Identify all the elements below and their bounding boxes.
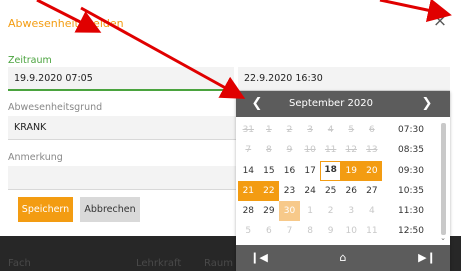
column-fach: Fach [8, 258, 31, 269]
home-icon[interactable]: ⌂ [330, 245, 356, 271]
calendar-day[interactable]: 10 [341, 221, 362, 241]
calendar-day[interactable]: 6 [259, 221, 280, 241]
calendar-day[interactable]: 29 [259, 201, 280, 221]
calendar-day[interactable]: 28 [238, 201, 259, 221]
calendar-day[interactable]: 25 [320, 181, 341, 201]
close-icon[interactable]: × [431, 12, 449, 30]
calendar-day[interactable]: 3 [341, 201, 362, 221]
time-option[interactable]: 08:35 [386, 140, 436, 160]
calendar-day[interactable]: 8 [300, 221, 321, 241]
time-scrollbar[interactable]: ⌄ [438, 119, 448, 242]
last-icon[interactable]: ▶❙ [414, 245, 440, 271]
start-datetime-field[interactable]: 19.9.2020 07:05 [8, 67, 234, 91]
picker-header: ❮ September 2020 ❯ [236, 91, 450, 117]
scrollbar-thumb[interactable] [441, 123, 446, 235]
calendar-day[interactable]: 19 [340, 160, 362, 181]
calendar-day[interactable]: 18 [320, 160, 341, 181]
next-month-icon[interactable]: ❯ [414, 91, 440, 117]
calendar-day[interactable]: 5 [341, 120, 362, 140]
end-datetime-field[interactable]: 22.9.2020 16:30 [238, 67, 450, 91]
reason-select[interactable]: KRANK [8, 116, 236, 140]
calendar-day[interactable]: 11 [320, 140, 341, 160]
calendar-grid: 31 1 2 3 4 5 6 7 8 9 10 11 12 13 14 15 16 17 18 19 20 21 22 23 2… [238, 120, 384, 242]
calendar-day[interactable]: 31 [238, 120, 259, 140]
time-list: 07:30 08:35 09:30 10:35 11:30 12:50 [386, 120, 436, 242]
calendar-day[interactable]: 7 [279, 221, 300, 241]
calendar-day[interactable]: 4 [362, 201, 383, 221]
dialog-title: Abwesenheit melden [8, 17, 124, 30]
calendar-day[interactable]: 10 [300, 140, 321, 160]
first-icon[interactable]: ❙◀ [246, 245, 272, 271]
calendar-day[interactable]: 16 [279, 161, 300, 181]
calendar-day[interactable]: 15 [259, 161, 280, 181]
calendar-day[interactable]: 9 [320, 221, 341, 241]
calendar-day[interactable]: 6 [362, 120, 383, 140]
calendar-day[interactable]: 13 [362, 140, 383, 160]
column-lehrkraft: Lehrkraft [136, 258, 182, 269]
month-title: September 2020 [289, 98, 373, 109]
time-option[interactable]: 09:30 [386, 161, 436, 181]
calendar-day[interactable]: 17 [300, 161, 321, 181]
reason-label: Abwesenheitsgrund [8, 102, 103, 113]
calendar-day[interactable]: 30 [279, 201, 300, 222]
calendar-day[interactable]: 20 [361, 160, 383, 181]
calendar-day[interactable]: 7 [238, 140, 259, 160]
calendar-day[interactable]: 2 [279, 120, 300, 140]
time-option[interactable]: 10:35 [386, 181, 436, 201]
calendar-day[interactable]: 26 [341, 181, 362, 201]
column-raum: Raum [204, 258, 233, 269]
calendar-day[interactable]: 11 [362, 221, 383, 241]
note-input[interactable] [8, 166, 236, 190]
datetime-picker: ❮ September 2020 ❯ 31 1 2 3 4 5 6 7 8 9 10 11 12 13 14… [236, 91, 450, 271]
calendar-day[interactable]: 4 [320, 120, 341, 140]
calendar-day[interactable]: 14 [238, 161, 259, 181]
calendar-day[interactable]: 22 [258, 180, 280, 202]
note-label: Anmerkung [8, 152, 63, 163]
calendar-day[interactable]: 2 [320, 201, 341, 221]
period-label: Zeitraum [8, 55, 52, 66]
calendar-day[interactable]: 1 [259, 120, 280, 140]
calendar-day[interactable]: 27 [362, 181, 383, 201]
calendar-day[interactable]: 3 [300, 120, 321, 140]
calendar-day[interactable]: 9 [279, 140, 300, 160]
time-option[interactable]: 07:30 [386, 120, 436, 140]
save-button[interactable]: Speichern [18, 197, 73, 222]
picker-footer: ❙◀ ⌂ ▶❙ [236, 245, 450, 271]
calendar-day[interactable]: 8 [259, 140, 280, 160]
calendar-day[interactable]: 23 [279, 181, 300, 201]
time-option[interactable]: 12:50 [386, 221, 436, 241]
calendar-day[interactable]: 12 [341, 140, 362, 160]
time-option[interactable]: 11:30 [386, 201, 436, 221]
calendar-day[interactable]: 24 [300, 181, 321, 201]
scroll-down-icon[interactable]: ⌄ [438, 234, 448, 242]
cancel-button[interactable]: Abbrechen [80, 197, 140, 222]
calendar-day[interactable]: 1 [300, 201, 321, 221]
calendar-day[interactable]: 5 [238, 221, 259, 241]
calendar-day[interactable]: 21 [238, 180, 259, 202]
